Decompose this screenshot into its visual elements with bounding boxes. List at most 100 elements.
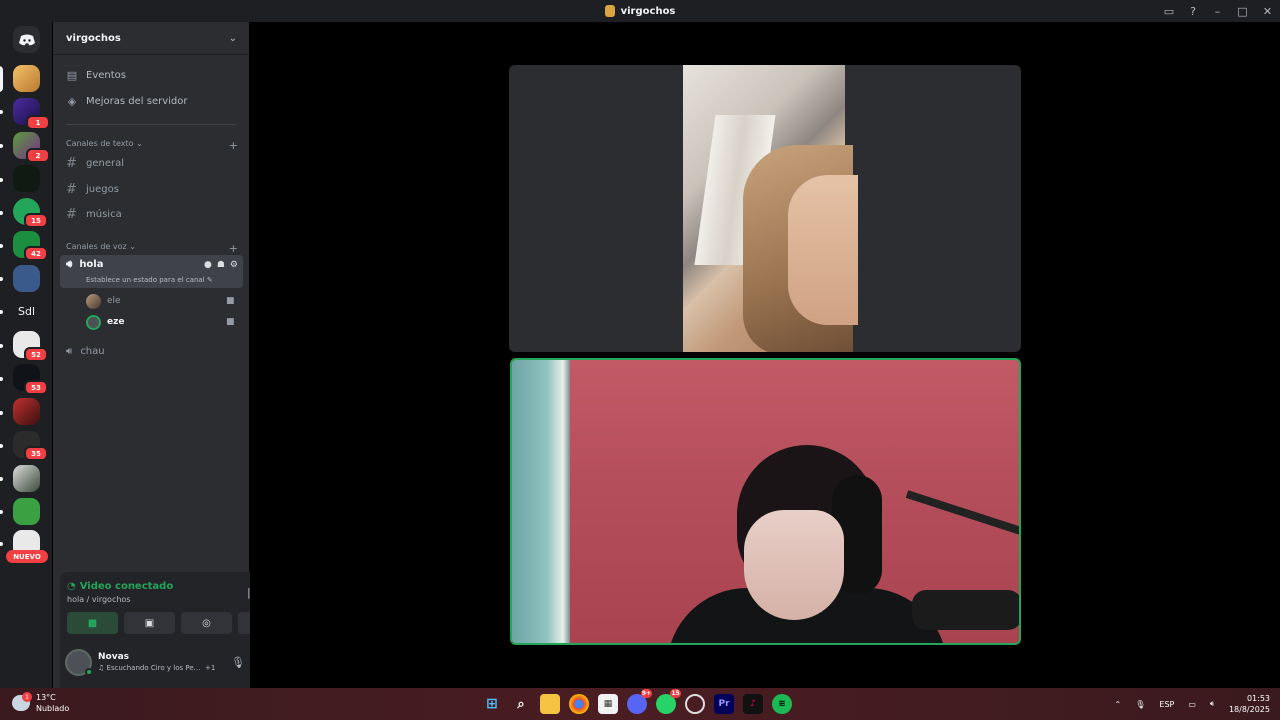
avatar: [86, 293, 101, 309]
whatsapp-badge: 15: [670, 689, 681, 698]
server-avatar-icon: [604, 5, 615, 17]
server-icon-sdl[interactable]: Sdl: [13, 298, 40, 325]
server-badge: 1: [26, 115, 50, 130]
events-item[interactable]: ▤ Eventos: [66, 66, 126, 84]
voice-location[interactable]: hola / virgochos: [67, 595, 130, 604]
voice-status-label: Video conectado: [79, 581, 174, 592]
video-tile-eze[interactable]: [510, 358, 1021, 645]
chrome-icon[interactable]: [569, 694, 589, 714]
server-icon-virgochos[interactable]: [13, 65, 40, 92]
add-channel-icon[interactable]: +: [229, 242, 238, 255]
speaker-icon: 🔊︎: [66, 345, 73, 357]
server-icon-14[interactable]: [13, 498, 40, 525]
shield-icon: ◈: [67, 94, 77, 108]
video-content: [912, 590, 1019, 630]
language-indicator[interactable]: ESP: [1159, 700, 1174, 709]
new-badge: NUEVO: [6, 550, 48, 563]
voice-member-eze[interactable]: eze ■: [86, 314, 235, 330]
video-tile-ele[interactable]: [509, 65, 1021, 352]
text-category[interactable]: Canales de texto ⌄ +: [66, 139, 238, 152]
voice-channel-hola[interactable]: 🔊︎ hola Establece un estado para el cana…: [60, 255, 243, 288]
clock[interactable]: 01:53 18/8/2025: [1229, 693, 1270, 715]
add-channel-icon[interactable]: +: [229, 139, 238, 152]
chat-icon[interactable]: ●: [204, 260, 212, 270]
voice-member-ele[interactable]: ele ■: [86, 293, 235, 309]
server-badge: 52: [24, 347, 48, 362]
close-button[interactable]: ✕: [1255, 0, 1280, 22]
video-content: [905, 490, 1019, 535]
channel-label: juegos: [86, 183, 119, 195]
gear-icon[interactable]: ⚙: [230, 260, 238, 270]
channel-musica[interactable]: # música: [66, 205, 122, 223]
spotify-icon[interactable]: ≋: [772, 694, 792, 714]
tiktok-icon[interactable]: ♪: [743, 694, 763, 714]
unread-pill: [0, 344, 3, 348]
server-badge: 35: [24, 446, 48, 461]
unread-pill: [0, 110, 3, 114]
microphone-icon[interactable]: 🎙︎: [1135, 700, 1145, 709]
server-icon-11[interactable]: [13, 398, 40, 425]
voice-channel-label: chau: [80, 345, 105, 357]
discord-home-button[interactable]: [13, 26, 40, 53]
unread-pill: [0, 277, 3, 281]
server-name: virgochos: [66, 32, 121, 44]
screen-share-button[interactable]: ▣: [124, 612, 175, 634]
server-icon-13[interactable]: [13, 465, 40, 492]
minimize-button[interactable]: –: [1205, 0, 1230, 22]
divider: [66, 124, 236, 125]
title-bar: virgochos ▭ ? – □ ✕: [0, 0, 1280, 22]
chatgpt-icon[interactable]: [685, 694, 705, 714]
unread-pill: [0, 377, 3, 381]
server-icon-4[interactable]: [13, 165, 40, 192]
activities-button[interactable]: ◎: [181, 612, 232, 634]
signal-icon: ◔: [67, 581, 76, 592]
server-rail: 1 2 15 42 Sdl 52 53 35 NUEVO: [0, 22, 52, 688]
volume-icon[interactable]: 🔉︎: [1210, 699, 1215, 709]
voice-status[interactable]: ◔ Video conectado: [67, 581, 173, 592]
chevron-down-icon: ⌄: [228, 32, 237, 44]
video-camera-icon: ■: [226, 317, 235, 327]
start-button[interactable]: ⊞: [482, 694, 502, 714]
channel-general[interactable]: # general: [66, 154, 124, 172]
voice-category[interactable]: Canales de voz ⌄ +: [66, 242, 238, 255]
server-icon-7[interactable]: [13, 265, 40, 292]
selected-server-pill: [0, 66, 3, 92]
weather-desc: Nublado: [36, 704, 70, 713]
avatar: [86, 314, 101, 330]
channel-status[interactable]: Establece un estado para el canal ✎: [86, 276, 213, 284]
inbox-icon[interactable]: ▭: [1157, 0, 1181, 22]
discord-taskbar-icon[interactable]: 9+: [627, 689, 652, 714]
unread-pill: [0, 444, 3, 448]
weather-widget[interactable]: 1 13°C Nublado: [12, 692, 69, 714]
server-boosts-label: Mejoras del servidor: [86, 95, 188, 107]
taskbar-apps: ⊞ ⌕ ▦ 9+ 15 Pr ♪ ≋: [482, 689, 792, 714]
microphone-icon[interactable]: 🎙︎: [231, 656, 245, 669]
invite-icon[interactable]: ☗: [217, 260, 225, 270]
server-header[interactable]: virgochos ⌄: [53, 22, 249, 55]
camera-button[interactable]: ■: [67, 612, 118, 634]
server-boosts-item[interactable]: ◈ Mejoras del servidor: [66, 92, 188, 110]
file-explorer-icon[interactable]: [540, 694, 560, 714]
weather-temp: 13°C: [36, 693, 56, 702]
server-badge: 2: [26, 148, 50, 163]
network-icon[interactable]: ▭: [1188, 700, 1196, 709]
date: 18/8/2025: [1228, 705, 1270, 714]
video-content: [512, 360, 570, 643]
screen-share-icon: ▣: [144, 617, 155, 629]
help-icon[interactable]: ?: [1181, 0, 1205, 22]
discord-badge: 9+: [640, 689, 652, 698]
chevron-up-icon[interactable]: ⌃: [1115, 700, 1122, 709]
unread-pill: [0, 477, 3, 481]
video-feed: [683, 65, 858, 352]
activity-extra: +1: [205, 664, 216, 672]
channel-juegos[interactable]: # juegos: [66, 180, 119, 198]
store-icon[interactable]: ▦: [598, 694, 618, 714]
video-content: [788, 175, 858, 325]
search-icon[interactable]: ⌕: [511, 694, 531, 714]
voice-channel-chau[interactable]: 🔊︎ chau: [66, 342, 105, 360]
member-name: ele: [107, 296, 121, 306]
whatsapp-icon[interactable]: 15: [656, 689, 681, 714]
maximize-button[interactable]: □: [1230, 0, 1255, 22]
username[interactable]: Novas: [98, 652, 129, 662]
premiere-icon[interactable]: Pr: [714, 694, 734, 714]
